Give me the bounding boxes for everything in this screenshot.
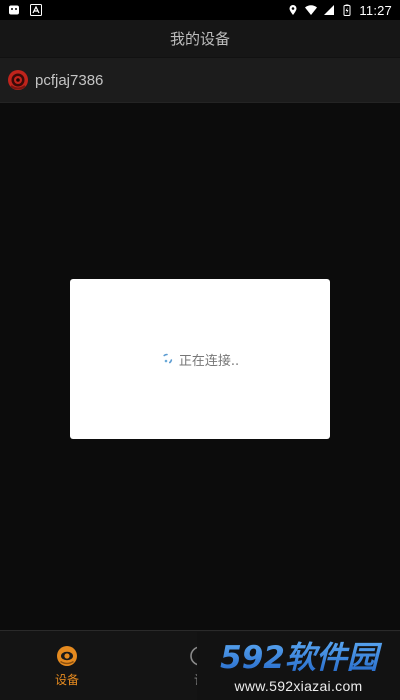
camera-icon — [8, 70, 28, 90]
loading-dialog: 正在连接.. — [70, 279, 330, 439]
battery-icon — [343, 4, 351, 16]
page-title: 我的设备 — [169, 30, 230, 48]
loading-dialog-content: 正在连接.. — [161, 350, 239, 369]
status-bar: 11:27 — [0, 0, 400, 20]
wifi-icon — [305, 5, 318, 15]
watermark-url: www.592xiazai.com — [234, 678, 363, 694]
notification-icon — [9, 5, 19, 15]
device-name: pcfjaj7386 — [35, 71, 104, 89]
loading-message: 正在连接.. — [178, 353, 240, 369]
app-header: 我的设备 — [0, 20, 400, 58]
status-right: 11:27 — [287, 3, 392, 18]
device-list-item[interactable]: pcfjaj7386 — [0, 58, 400, 103]
watermark-logo: 592软件园 — [220, 640, 383, 676]
spinner-icon — [161, 353, 173, 365]
a-icon — [30, 4, 42, 16]
watermark: 592软件园 www.592xiazai.com — [197, 632, 400, 700]
watermark-brand: 592软件园 — [220, 640, 383, 676]
location-icon — [289, 5, 297, 16]
nav-label-devices: 设备 — [54, 672, 79, 687]
status-time: 11:27 — [359, 2, 392, 18]
nav-tab-devices[interactable]: 设备 — [27, 631, 107, 700]
eye-camera-icon — [57, 645, 77, 666]
status-left — [8, 4, 42, 16]
signal-icon — [324, 5, 335, 15]
